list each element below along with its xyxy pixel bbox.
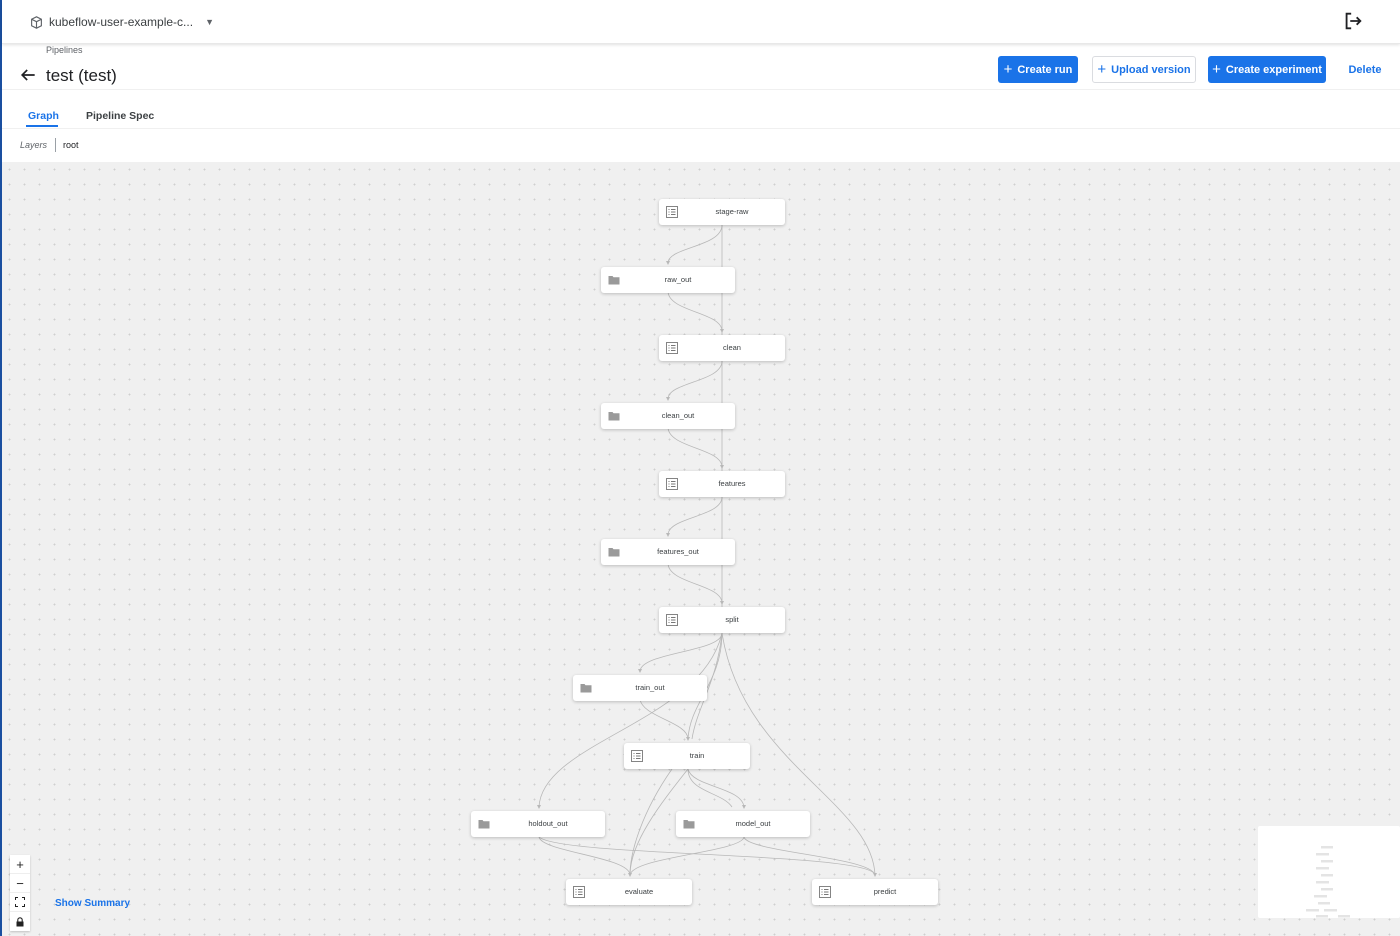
node-clean-out[interactable]: clean_out bbox=[601, 403, 735, 429]
node-label: split bbox=[725, 615, 739, 624]
execution-icon bbox=[631, 750, 643, 762]
layers-divider bbox=[55, 138, 56, 152]
node-clean[interactable]: clean bbox=[659, 335, 785, 361]
fit-view-icon bbox=[15, 897, 25, 907]
fit-view-button[interactable] bbox=[10, 893, 30, 912]
node-raw-out[interactable]: raw_out bbox=[601, 267, 735, 293]
graph-canvas[interactable]: stage-raw raw_out clean clean_out featur… bbox=[2, 162, 1400, 936]
minimap[interactable] bbox=[1258, 826, 1400, 918]
namespace-selector[interactable]: kubeflow-user-example-c... ▼ bbox=[30, 12, 214, 32]
logout-icon[interactable] bbox=[1342, 10, 1364, 32]
create-experiment-button[interactable]: + Create experiment bbox=[1208, 56, 1326, 83]
node-stage-raw[interactable]: stage-raw bbox=[659, 199, 785, 225]
node-train[interactable]: train bbox=[624, 743, 750, 769]
namespace-label: kubeflow-user-example-c... bbox=[49, 15, 194, 29]
top-bar: kubeflow-user-example-c... ▼ bbox=[2, 0, 1400, 44]
zoom-in-button[interactable]: + bbox=[10, 855, 30, 874]
execution-icon bbox=[573, 886, 585, 898]
execution-icon bbox=[666, 342, 678, 354]
layer-root[interactable]: root bbox=[63, 140, 79, 150]
plus-icon: + bbox=[1212, 61, 1221, 78]
node-model-out[interactable]: model_out bbox=[676, 811, 810, 837]
tab-pipeline-spec[interactable]: Pipeline Spec bbox=[86, 110, 154, 122]
chevron-down-icon: ▼ bbox=[205, 17, 214, 27]
folder-icon bbox=[608, 548, 620, 557]
layers-label: Layers bbox=[20, 140, 48, 150]
node-label: clean_out bbox=[661, 411, 695, 420]
node-label: train_out bbox=[635, 683, 665, 692]
node-label: train bbox=[689, 751, 705, 760]
tab-graph[interactable]: Graph bbox=[28, 110, 59, 122]
node-label: evaluate bbox=[624, 887, 654, 896]
lock-icon bbox=[16, 916, 24, 926]
delete-button[interactable]: Delete bbox=[1340, 56, 1390, 83]
node-holdout-out[interactable]: holdout_out bbox=[471, 811, 605, 837]
node-evaluate[interactable]: evaluate bbox=[566, 879, 692, 905]
create-experiment-label: Create experiment bbox=[1225, 63, 1322, 76]
node-label: raw_out bbox=[664, 275, 692, 284]
create-run-label: Create run bbox=[1017, 63, 1073, 76]
node-label: features bbox=[718, 479, 746, 488]
upload-version-label: Upload version bbox=[1111, 63, 1191, 76]
folder-icon bbox=[478, 820, 490, 829]
node-label: clean bbox=[723, 343, 741, 352]
node-predict[interactable]: predict bbox=[812, 879, 938, 905]
plus-icon: + bbox=[1003, 61, 1013, 78]
node-split[interactable]: split bbox=[659, 607, 785, 633]
delete-label: Delete bbox=[1348, 63, 1382, 76]
tab-bar: Graph Pipeline Spec bbox=[2, 91, 1400, 129]
create-run-button[interactable]: + Create run bbox=[998, 56, 1078, 83]
plus-icon: + bbox=[1097, 61, 1107, 78]
node-label: model_out bbox=[735, 819, 771, 828]
execution-icon bbox=[819, 886, 831, 898]
node-label: holdout_out bbox=[528, 819, 568, 828]
lock-button[interactable] bbox=[10, 912, 30, 931]
node-features-out[interactable]: features_out bbox=[601, 539, 735, 565]
execution-icon bbox=[666, 478, 678, 490]
folder-icon bbox=[683, 820, 695, 829]
page-header: Pipelines test (test) + Create run + Upl… bbox=[2, 45, 1400, 90]
show-summary-link[interactable]: Show Summary bbox=[55, 898, 130, 909]
zoom-controls: + − bbox=[10, 855, 30, 931]
node-train-out[interactable]: train_out bbox=[573, 675, 707, 701]
minimap-graph bbox=[1306, 846, 1350, 918]
page-title: test (test) bbox=[46, 66, 117, 85]
zoom-out-button[interactable]: − bbox=[10, 874, 30, 893]
node-label: features_out bbox=[657, 547, 699, 556]
active-tab-indicator bbox=[26, 125, 58, 127]
folder-icon bbox=[608, 276, 620, 285]
node-label: predict bbox=[873, 887, 897, 896]
execution-icon bbox=[666, 206, 678, 218]
folder-icon bbox=[580, 684, 592, 693]
box-icon bbox=[31, 15, 42, 29]
breadcrumb[interactable]: Pipelines bbox=[46, 45, 83, 55]
node-features[interactable]: features bbox=[659, 471, 785, 497]
execution-icon bbox=[666, 614, 678, 626]
node-label: stage-raw bbox=[715, 207, 749, 216]
upload-version-button[interactable]: + Upload version bbox=[1092, 56, 1196, 83]
back-arrow-icon[interactable] bbox=[18, 65, 38, 85]
layers-bar: Layers root bbox=[2, 130, 1400, 162]
folder-icon bbox=[608, 412, 620, 421]
